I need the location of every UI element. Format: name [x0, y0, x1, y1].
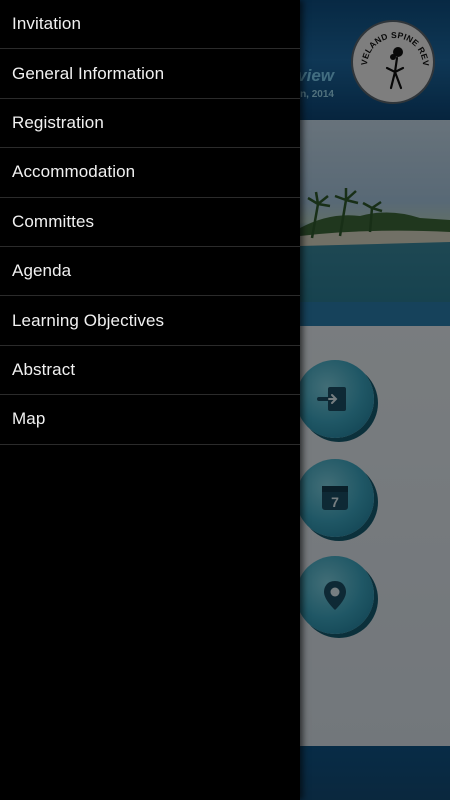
menu-item-label: Registration — [12, 112, 104, 132]
menu-item-label: Invitation — [12, 14, 82, 34]
menu-item-agenda[interactable]: Agenda — [0, 247, 300, 297]
menu-item-committes[interactable]: Committes — [0, 198, 300, 247]
menu-item-label: Accommodation — [12, 162, 136, 182]
menu-item-map[interactable]: Map — [0, 395, 300, 445]
menu-item-registration[interactable]: Registration — [0, 99, 300, 149]
navigation-drawer: Invitation General Information Registrat… — [0, 0, 300, 800]
menu-item-label: Agenda — [12, 261, 72, 281]
menu-item-label: Map — [12, 409, 46, 429]
menu-item-general-information[interactable]: General Information — [0, 49, 300, 99]
menu-item-learning-objectives[interactable]: Learning Objectives — [0, 296, 300, 346]
menu-item-abstract[interactable]: Abstract — [0, 346, 300, 396]
menu-item-label: Learning Objectives — [12, 310, 165, 330]
menu-item-label: Abstract — [12, 359, 76, 379]
menu-item-accommodation[interactable]: Accommodation — [0, 148, 300, 198]
menu-item-label: General Information — [12, 63, 165, 83]
menu-item-label: Committes — [12, 211, 95, 231]
menu-item-invitation[interactable]: Invitation — [0, 0, 300, 50]
